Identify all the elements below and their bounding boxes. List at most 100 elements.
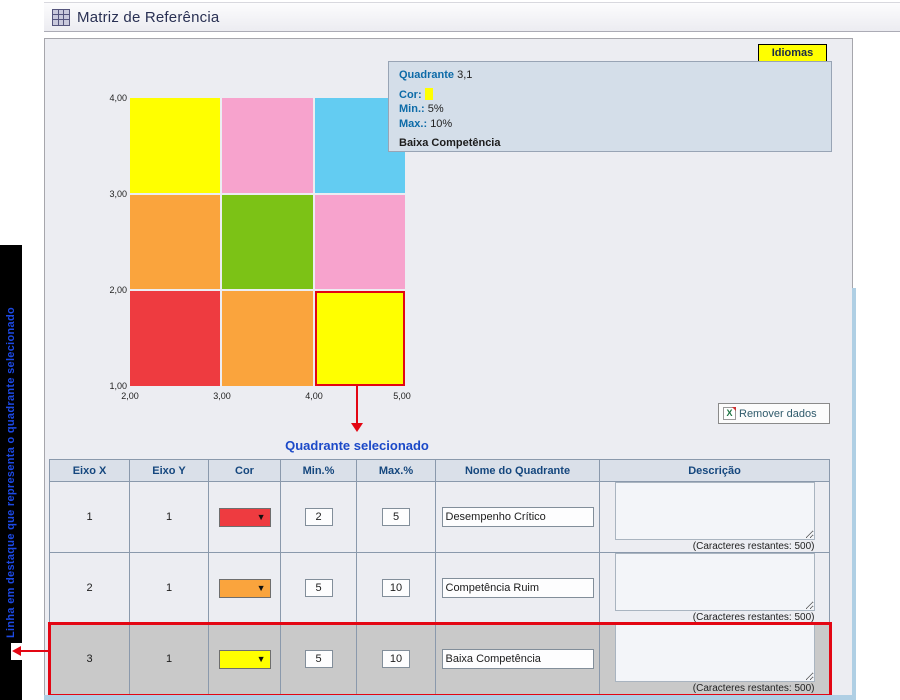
col-header-eixo-y: Eixo Y: [130, 460, 209, 482]
remove-data-label: Remover dados: [739, 408, 817, 420]
quadrant-line: Quadrante 3,1: [399, 68, 821, 83]
remove-data-button[interactable]: X Remover dados: [718, 403, 830, 424]
quadrant-name-input[interactable]: [442, 578, 594, 598]
matrix-cell-2-3[interactable]: [222, 98, 312, 193]
quadrant-name: Baixa Competência: [399, 136, 821, 151]
y-axis-label: 1,00: [95, 381, 127, 391]
x-axis-label: 5,00: [384, 391, 420, 401]
matrix-grid-icon: [52, 9, 70, 26]
min-percent-input[interactable]: [305, 508, 333, 526]
cell-max: [357, 624, 436, 695]
quadrant-info-box: Quadrante 3,1 Cor: Min.: 5% Max.: 10% Ba…: [388, 61, 832, 152]
quadrant-value: 3,1: [457, 69, 472, 81]
min-percent-input[interactable]: [305, 650, 333, 668]
chars-remaining-label: (Caracteres restantes: 500): [615, 541, 815, 552]
min-percent-input[interactable]: [305, 579, 333, 597]
left-arrow-icon: [12, 646, 21, 656]
color-dropdown[interactable]: ▼: [219, 508, 271, 527]
description-textarea[interactable]: [615, 482, 815, 540]
max-line: Max.: 10%: [399, 117, 821, 132]
color-label: Cor:: [399, 89, 422, 101]
cell-eixo-y: 1: [130, 624, 209, 695]
col-header-min: Min.%: [281, 460, 357, 482]
selected-quadrant-caption: Quadrante selecionado: [257, 438, 457, 453]
max-label: Max.:: [399, 118, 427, 130]
matrix-cell-3-2[interactable]: [315, 195, 405, 290]
cell-max: [357, 553, 436, 624]
cell-cor: ▼: [209, 482, 281, 553]
min-line: Min.: 5%: [399, 102, 821, 117]
matrix-cell-2-2[interactable]: [222, 195, 312, 290]
cell-min: [281, 553, 357, 624]
cell-min: [281, 482, 357, 553]
chars-remaining-label: (Caracteres restantes: 500): [615, 683, 815, 694]
color-dropdown[interactable]: ▼: [219, 650, 271, 669]
quadrant-label: Quadrante: [399, 69, 454, 81]
panel-edge: [44, 695, 856, 700]
max-percent-input[interactable]: [382, 650, 410, 668]
quadrant-table: Eixo X Eixo Y Cor Min.% Max.% Nome do Qu…: [49, 459, 830, 700]
col-header-max: Max.%: [357, 460, 436, 482]
cell-eixo-y: 1: [130, 553, 209, 624]
matrix-cell-3-1-selected[interactable]: [315, 291, 405, 386]
main-panel: Idiomas 4,00 3,00 2,00 1,00 2,00 3,00 4,…: [44, 38, 853, 700]
chars-remaining-label: (Caracteres restantes: 500): [615, 612, 815, 623]
description-textarea[interactable]: [615, 624, 815, 682]
min-value: 5%: [428, 103, 444, 115]
quadrant-name-input[interactable]: [442, 649, 594, 669]
col-header-nome: Nome do Quadrante: [436, 460, 600, 482]
quadrant-name-input[interactable]: [442, 507, 594, 527]
chevron-down-icon: ▼: [257, 584, 266, 593]
description-textarea[interactable]: [615, 553, 815, 611]
color-line: Cor:: [399, 88, 821, 103]
highlight-note-text: Linha em destaque que representa o quadr…: [5, 307, 17, 638]
x-axis-label: 3,00: [204, 391, 240, 401]
table-row: 21 ▼ (Caracteres restantes: 500): [50, 553, 830, 624]
down-arrow-icon: [351, 423, 363, 432]
max-percent-input[interactable]: [382, 579, 410, 597]
matrix-cell-1-3[interactable]: [130, 98, 220, 193]
cell-nome: [436, 553, 600, 624]
matrix-cell-2-1[interactable]: [222, 291, 312, 386]
table-row: 11 ▼ (Caracteres restantes: 500): [50, 482, 830, 553]
max-percent-input[interactable]: [382, 508, 410, 526]
chevron-down-icon: ▼: [257, 655, 266, 664]
cell-descricao: (Caracteres restantes: 500): [600, 624, 830, 695]
cell-nome: [436, 482, 600, 553]
table-row-highlighted: 31 ▼ (Caracteres restantes: 500): [50, 624, 830, 695]
cell-cor: ▼: [209, 553, 281, 624]
table-header-row: Eixo X Eixo Y Cor Min.% Max.% Nome do Qu…: [50, 460, 830, 482]
cell-descricao: (Caracteres restantes: 500): [600, 482, 830, 553]
y-axis-label: 4,00: [95, 93, 127, 103]
matrix-cell-1-1[interactable]: [130, 291, 220, 386]
cell-descricao: (Caracteres restantes: 500): [600, 553, 830, 624]
matrix-cell-1-2[interactable]: [130, 195, 220, 290]
max-value: 10%: [430, 118, 452, 130]
col-header-cor: Cor: [209, 460, 281, 482]
cell-cor: ▼: [209, 624, 281, 695]
cell-eixo-x: 2: [50, 553, 130, 624]
color-swatch: [425, 88, 433, 100]
x-axis-label: 4,00: [296, 391, 332, 401]
cell-min: [281, 624, 357, 695]
min-label: Min.:: [399, 103, 425, 115]
idiomas-button[interactable]: Idiomas: [758, 44, 827, 62]
y-axis-label: 2,00: [95, 285, 127, 295]
reference-matrix-chart: [130, 98, 405, 386]
page-title: Matriz de Referência: [77, 9, 219, 26]
cell-eixo-x: 1: [50, 482, 130, 553]
cell-eixo-x: 3: [50, 624, 130, 695]
color-dropdown[interactable]: ▼: [219, 579, 271, 598]
chevron-down-icon: ▼: [257, 513, 266, 522]
highlighted-row-arrow: [20, 650, 48, 652]
page-header: Matriz de Referência: [44, 2, 900, 32]
highlight-note-strip: Linha em destaque que representa o quadr…: [0, 245, 22, 700]
selected-quadrant-connector: [356, 386, 358, 424]
col-header-eixo-x: Eixo X: [50, 460, 130, 482]
y-axis-label: 3,00: [95, 189, 127, 199]
cell-eixo-y: 1: [130, 482, 209, 553]
cell-nome: [436, 624, 600, 695]
col-header-descricao: Descrição: [600, 460, 830, 482]
x-axis-label: 2,00: [112, 391, 148, 401]
cell-max: [357, 482, 436, 553]
